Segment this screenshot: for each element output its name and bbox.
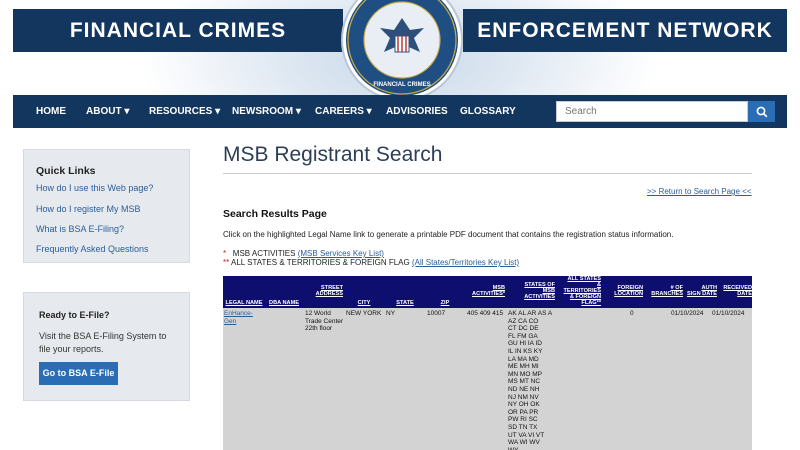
col-all-states[interactable]: ALL STATES & TERRITORIES & FOREIGN FLAG** bbox=[555, 276, 601, 308]
cell-branches: 0 bbox=[630, 310, 634, 317]
nav-newsroom[interactable]: NEWSROOM ▾ bbox=[232, 95, 301, 128]
nav-glossary[interactable]: GLOSSARY bbox=[460, 95, 516, 128]
col-states-of-msb[interactable]: STATES OF MSB ACTIVITIES bbox=[505, 276, 555, 308]
col-branches[interactable]: # OF BRANCHES bbox=[643, 276, 683, 308]
cell-city: NEW YORK bbox=[346, 310, 382, 317]
col-state[interactable]: STATE bbox=[385, 276, 425, 308]
efile-text-1: Visit the BSA E-Filing System to bbox=[39, 331, 167, 341]
go-to-bsa-efile-button[interactable]: Go to BSA E-File bbox=[39, 362, 118, 385]
fincen-seal-icon[interactable]: FINANCIAL CRIMES 01000110 bbox=[340, 0, 464, 95]
title-divider bbox=[223, 173, 752, 174]
search-icon bbox=[756, 106, 767, 117]
col-foreign-location[interactable]: FOREIGN LOCATION bbox=[601, 276, 643, 308]
states-legend-marker: ** bbox=[223, 258, 230, 267]
cell-received-date: 01/10/2024 bbox=[712, 310, 745, 317]
msb-legend-label: MSB ACTIVITIES bbox=[232, 249, 296, 258]
cell-street-address: 12 World Trade Center 22th floor bbox=[305, 310, 344, 333]
nav-resources[interactable]: RESOURCES ▾ bbox=[149, 95, 220, 128]
table-row bbox=[223, 308, 752, 450]
states-key-link[interactable]: (All States/Territories Key List) bbox=[412, 258, 519, 267]
legal-name-link-2[interactable]: Gen bbox=[224, 318, 236, 325]
msb-services-key-link[interactable]: (MSB Services Key List) bbox=[298, 249, 384, 258]
cell-zip: 10007 bbox=[427, 310, 446, 317]
page-title: MSB Registrant Search bbox=[223, 143, 443, 166]
return-to-search-link[interactable]: >> Return to Search Page << bbox=[647, 187, 752, 196]
msb-activities-legend: * MSB ACTIVITIES (MSB Services Key List) bbox=[223, 249, 384, 258]
banner-title-right: ENFORCEMENT NETWORK bbox=[477, 18, 773, 42]
cell-state: NY bbox=[386, 310, 396, 317]
cell-legal-name[interactable]: EnHance- Gen bbox=[224, 310, 253, 325]
col-dba-name[interactable]: DBA NAME bbox=[265, 276, 303, 308]
site-banner: FINANCIAL CRIMES ENFORCEMENT NETWORK FIN… bbox=[0, 0, 800, 95]
col-auth-sign-date[interactable]: AUTH SIGN DATE bbox=[683, 276, 717, 308]
link-faq[interactable]: Frequently Asked Questions bbox=[36, 244, 149, 254]
legal-name-link-1[interactable]: EnHance- bbox=[224, 310, 253, 317]
link-register-msb[interactable]: How do I register My MSB bbox=[36, 204, 141, 214]
cell-auth-sign-date: 01/10/2024 bbox=[671, 310, 704, 317]
states-legend-label: ALL STATES & TERRITORIES & FOREIGN FLAG bbox=[231, 258, 410, 267]
nav-home[interactable]: HOME bbox=[36, 95, 66, 128]
results-table-header: LEGAL NAME DBA NAME STREET ADDRESS CITY S… bbox=[223, 276, 752, 308]
efile-text-2: file your reports. bbox=[39, 344, 104, 354]
link-how-to-use[interactable]: How do I use this Web page? bbox=[36, 183, 153, 193]
efile-title: Ready to E-File? bbox=[39, 310, 110, 320]
col-received-date[interactable]: RECEIVED DATE bbox=[717, 276, 752, 308]
instructions-text: Click on the highlighted Legal Name link… bbox=[223, 230, 674, 239]
results-heading: Search Results Page bbox=[223, 208, 327, 220]
nav-careers[interactable]: CAREERS ▾ bbox=[315, 95, 372, 128]
col-zip[interactable]: ZIP bbox=[425, 276, 465, 308]
banner-title-left: FINANCIAL CRIMES bbox=[69, 18, 287, 42]
nav-advisories[interactable]: ADVISORIES bbox=[386, 95, 448, 128]
svg-text:FINANCIAL CRIMES: FINANCIAL CRIMES bbox=[373, 82, 430, 88]
cell-states-of-msb: AK AL AR AS A AZ CA CO CT DC DE FL FM GA… bbox=[508, 310, 553, 450]
nav-about[interactable]: ABOUT ▾ bbox=[86, 95, 129, 128]
cell-msb-activities: 405 409 415 bbox=[467, 310, 504, 317]
states-legend: ** ALL STATES & TERRITORIES & FOREIGN FL… bbox=[223, 258, 519, 267]
col-msb-activities[interactable]: MSB ACTIVITIES* bbox=[465, 276, 505, 308]
search-input[interactable] bbox=[556, 101, 748, 122]
search-button[interactable] bbox=[748, 101, 775, 122]
quick-links-title: Quick Links bbox=[36, 165, 96, 177]
col-street-address[interactable]: STREET ADDRESS bbox=[303, 276, 343, 308]
msb-legend-marker: * bbox=[223, 249, 227, 258]
col-city[interactable]: CITY bbox=[343, 276, 385, 308]
link-bsa-efiling[interactable]: What is BSA E-Filing? bbox=[36, 224, 124, 234]
col-legal-name[interactable]: LEGAL NAME bbox=[223, 276, 265, 308]
